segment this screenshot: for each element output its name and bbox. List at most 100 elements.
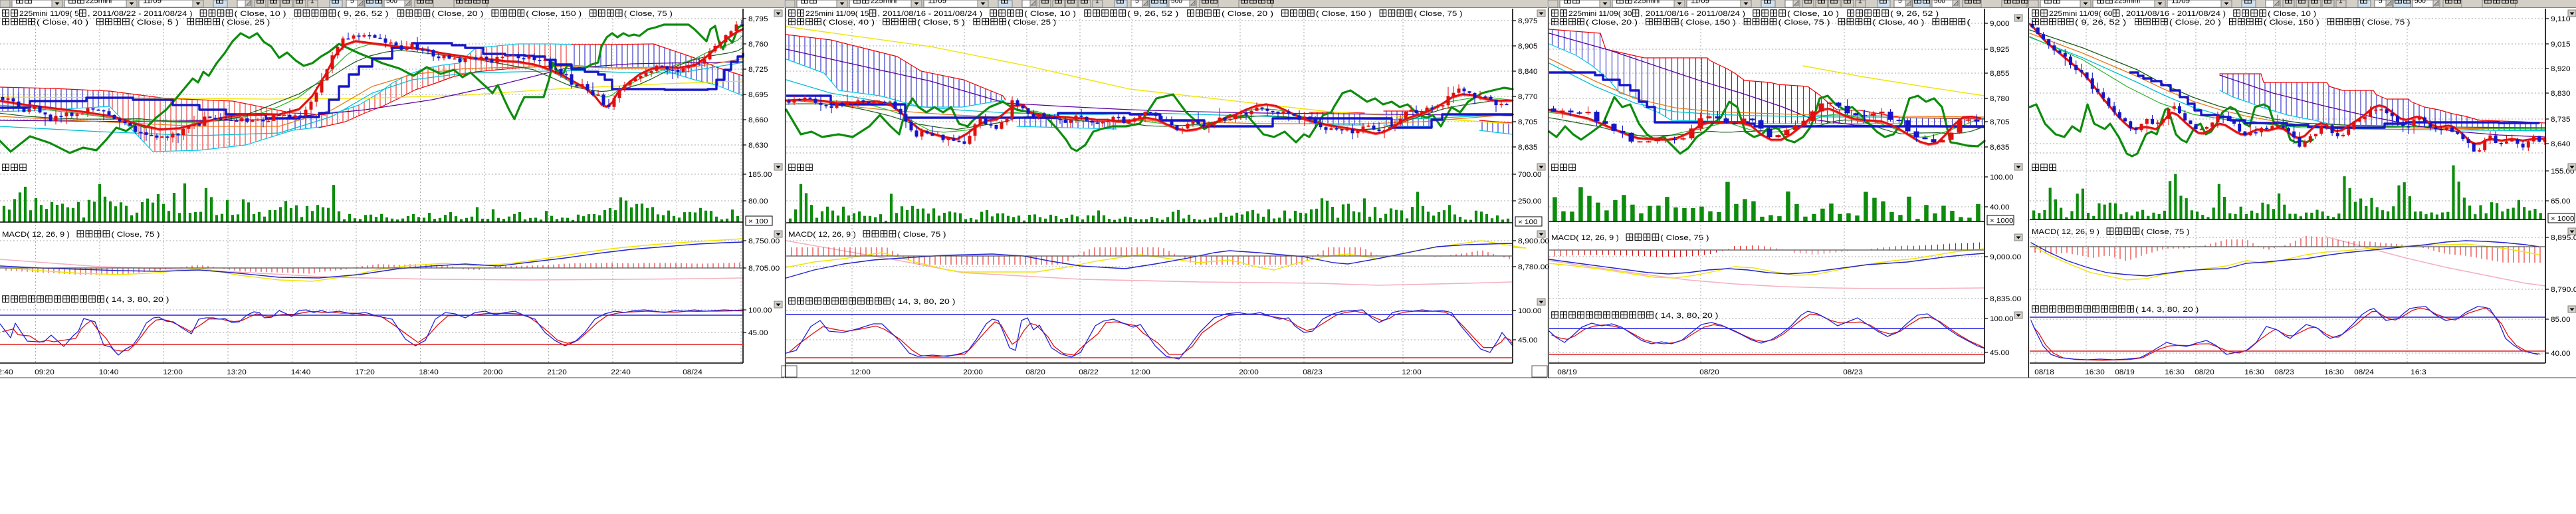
svg-text:12:00: 12:00: [1402, 368, 1422, 376]
svg-text:( Close, 75 ): ( Close, 75 ): [2141, 228, 2189, 236]
svg-text:45.00: 45.00: [1518, 336, 1538, 344]
svg-text:( Close, 75 ): ( Close, 75 ): [1660, 234, 1709, 242]
svg-text:08/20: 08/20: [1699, 368, 1719, 376]
svg-text:( Close, 25 ): ( Close, 25 ): [221, 19, 270, 27]
svg-text:21:20: 21:20: [547, 368, 567, 376]
svg-text:08/23: 08/23: [1843, 368, 1863, 376]
svg-text:8,920: 8,920: [2551, 65, 2571, 73]
svg-text:100.00: 100.00: [748, 307, 772, 315]
svg-text:500: 500: [1171, 0, 1182, 5]
svg-text:( Close, 75 ): ( Close, 75 ): [111, 231, 160, 239]
svg-text:08/22: 08/22: [1079, 368, 1099, 376]
svg-text:8,705: 8,705: [1518, 118, 1538, 126]
svg-text:( Close, 75 ): ( Close, 75 ): [897, 231, 946, 239]
svg-text:( Close, 150 ): ( Close, 150 ): [1316, 10, 1379, 18]
svg-text:( Close, 10 ): ( Close, 10 ): [235, 10, 294, 18]
svg-text:40.00: 40.00: [1990, 203, 2010, 211]
svg-text:18:40: 18:40: [419, 368, 439, 376]
svg-text:11/09: 11/09: [2171, 0, 2190, 5]
svg-text:8,735: 8,735: [2551, 116, 2571, 124]
svg-text:11/09: 11/09: [1691, 0, 1709, 5]
svg-text:20:00: 20:00: [483, 368, 503, 376]
svg-text:, 2011/08/22 - 2011/08/24 ): , 2011/08/22 - 2011/08/24 ): [88, 10, 200, 18]
svg-text:8,705.00: 8,705.00: [748, 265, 780, 273]
svg-text:(: (: [1967, 19, 1971, 27]
svg-text:( 9, 26, 52 ): ( 9, 26, 52 ): [1127, 10, 1187, 18]
svg-text:8,790.00: 8,790.00: [2551, 286, 2576, 294]
svg-text:100.00: 100.00: [1990, 315, 2013, 323]
svg-text:40.00: 40.00: [2551, 350, 2571, 358]
svg-text:08/23: 08/23: [1303, 368, 1323, 376]
svg-text:8,635: 8,635: [1518, 144, 1538, 152]
svg-text:500: 500: [2415, 0, 2426, 5]
svg-text:8,835.00: 8,835.00: [1990, 295, 2021, 303]
svg-text:( 9, 26, 52 ): ( 9, 26, 52 ): [337, 10, 397, 18]
svg-text:( Close, 150 ): ( Close, 150 ): [526, 10, 590, 18]
svg-text:225mini 11/09( 60: 225mini 11/09( 60: [2049, 10, 2113, 18]
svg-text:16:30: 16:30: [2165, 368, 2185, 376]
svg-text:( 9, 26, 52 ): ( 9, 26, 52 ): [2075, 19, 2135, 27]
svg-text:10:40: 10:40: [99, 368, 119, 376]
svg-text:( 9, 26, 52 ): ( 9, 26, 52 ): [1890, 10, 1939, 18]
svg-text:22:40: 22:40: [611, 368, 631, 376]
svg-text:13:20: 13:20: [227, 368, 247, 376]
svg-text:( Close, 75 ): ( Close, 75 ): [1414, 10, 1462, 18]
svg-text:1: 1: [310, 0, 314, 5]
svg-text:( Close, 20 ): ( Close, 20 ): [431, 10, 491, 18]
svg-text:225mini 11/09( 5: 225mini 11/09( 5: [19, 10, 79, 18]
svg-text:8,760: 8,760: [748, 41, 768, 49]
svg-text:( Close, 40 ): ( Close, 40 ): [1872, 19, 1932, 27]
svg-text:8,905: 8,905: [1518, 43, 1538, 51]
svg-text:, 2011/08/16 - 2011/08/24 ): , 2011/08/16 - 2011/08/24 ): [878, 10, 990, 18]
svg-text:225mini 11/09( 15: 225mini 11/09( 15: [805, 10, 869, 18]
svg-text:20:00: 20:00: [1239, 368, 1259, 376]
svg-text:( Close, 40 ): ( Close, 40 ): [37, 19, 96, 27]
svg-text:14:40: 14:40: [291, 368, 311, 376]
svg-text:8,900.00: 8,900.00: [1518, 237, 1549, 245]
svg-text:8,895.00: 8,895.00: [2551, 234, 2576, 242]
svg-text:08/23: 08/23: [2274, 368, 2294, 376]
svg-text:8,660: 8,660: [748, 116, 768, 124]
svg-text:1: 1: [1858, 0, 1862, 5]
svg-text:( Close, 10 ): ( Close, 10 ): [2268, 10, 2316, 18]
svg-text:225mini: 225mini: [871, 0, 897, 5]
svg-text:( Close, 5 ): ( Close, 5 ): [917, 19, 973, 27]
svg-text:( Close, 25 ): ( Close, 25 ): [1008, 19, 1056, 27]
svg-text:16:3: 16:3: [2411, 368, 2426, 376]
svg-text:9,000.00: 9,000.00: [1990, 253, 2021, 261]
svg-text:8,840: 8,840: [1518, 68, 1538, 76]
svg-text:45.00: 45.00: [1990, 349, 2010, 357]
svg-text:9,000: 9,000: [1990, 20, 2010, 28]
svg-text:185.00: 185.00: [748, 171, 772, 179]
svg-text:80.00: 80.00: [748, 197, 768, 205]
svg-text:( 14, 3, 80, 20 ): ( 14, 3, 80, 20 ): [2135, 306, 2199, 314]
svg-text:65.00: 65.00: [2551, 197, 2571, 205]
svg-text:8,635: 8,635: [1990, 144, 2010, 152]
svg-text:45.00: 45.00: [748, 329, 768, 337]
svg-text:8,725: 8,725: [748, 66, 768, 74]
svg-text:5: 5: [1135, 0, 1139, 5]
svg-text:MACD( 12, 26, 9 ): MACD( 12, 26, 9 ): [2032, 228, 2106, 236]
svg-text:100.00: 100.00: [1990, 174, 2013, 182]
svg-text:( Close, 150 ): ( Close, 150 ): [2264, 19, 2327, 27]
svg-text:MACD( 12, 26, 9 ): MACD( 12, 26, 9 ): [788, 231, 863, 239]
svg-text:225mini: 225mini: [1634, 0, 1660, 5]
svg-text:( Close, 150 ): ( Close, 150 ): [1680, 19, 1744, 27]
svg-text:( Close, 10 ): ( Close, 10 ): [1787, 10, 1847, 18]
svg-text:( 14, 3, 80, 20 ): ( 14, 3, 80, 20 ): [1655, 312, 1719, 320]
svg-text:100.00: 100.00: [1518, 307, 1541, 315]
svg-text:1: 1: [2339, 0, 2343, 5]
svg-text:8,630: 8,630: [748, 142, 768, 150]
svg-text:( Close, 40 ): ( Close, 40 ): [823, 19, 883, 27]
svg-text:20:00: 20:00: [963, 368, 983, 376]
svg-text:( Close, 75 ): ( Close, 75 ): [2361, 19, 2410, 27]
svg-text:5: 5: [350, 0, 354, 5]
svg-text:08/19: 08/19: [1557, 368, 1577, 376]
svg-text:8,855: 8,855: [1990, 70, 2010, 78]
svg-text:( 14, 3, 80, 20 ): ( 14, 3, 80, 20 ): [106, 296, 169, 304]
svg-text:, 2011/08/16 - 2011/08/24 ): , 2011/08/16 - 2011/08/24 ): [1641, 10, 1753, 18]
svg-text:8,780.00: 8,780.00: [1518, 263, 1549, 271]
svg-text:225mini: 225mini: [2114, 0, 2140, 5]
svg-text:08/20: 08/20: [1025, 368, 1045, 376]
svg-text:5: 5: [2379, 0, 2383, 5]
